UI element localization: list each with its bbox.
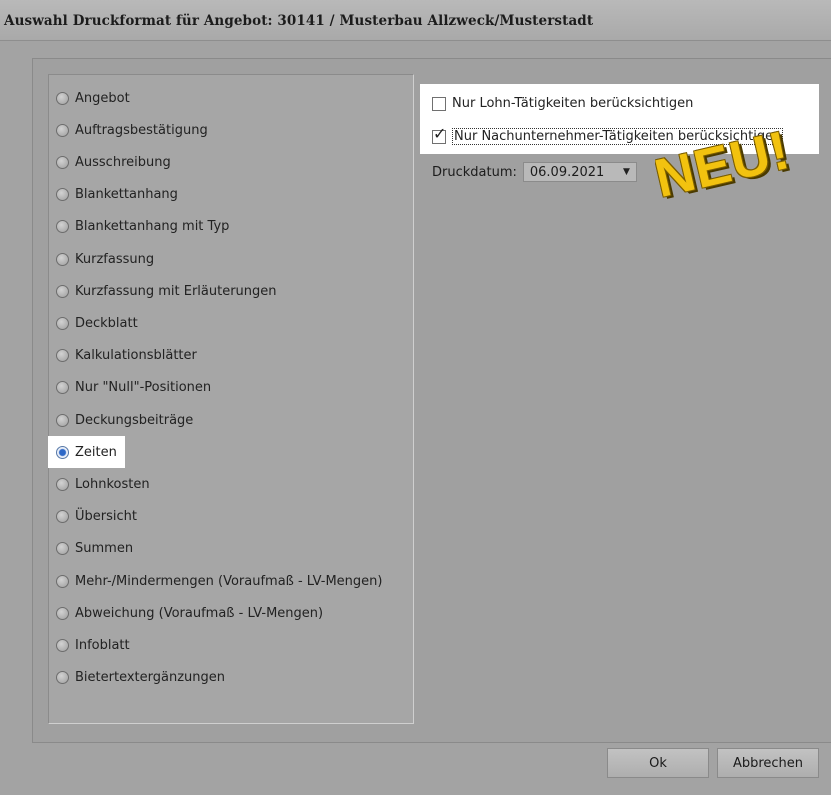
format-option-label: Ausschreibung (75, 154, 171, 170)
checkbox-nachunternehmer[interactable]: ✓ (432, 125, 446, 144)
format-option[interactable]: Auftragsbestätigung (56, 118, 208, 142)
radio-button-icon[interactable] (56, 510, 69, 524)
format-option[interactable]: Ausschreibung (56, 150, 171, 174)
new-badge: NEU! (655, 120, 831, 230)
format-option-label: Lohnkosten (75, 476, 150, 492)
radio-button-icon[interactable] (56, 316, 69, 330)
chevron-down-icon[interactable]: ▼ (623, 167, 630, 177)
format-option[interactable]: Bietertextergänzungen (56, 666, 225, 690)
radio-button-icon[interactable] (56, 638, 69, 652)
dialog-title: Auswahl Druckformat für Angebot: 30141 /… (4, 13, 594, 29)
druckdatum-value: 06.09.2021 (529, 164, 605, 180)
radio-button-icon[interactable] (56, 91, 69, 105)
format-option[interactable]: Übersicht (56, 505, 137, 529)
format-option-label: Auftragsbestätigung (75, 122, 208, 138)
radio-button-icon[interactable] (56, 413, 69, 427)
format-option[interactable]: Lohnkosten (56, 472, 150, 496)
format-option-label: Nur "Null"-Positionen (75, 380, 212, 396)
format-option-label: Abweichung (Voraufmaß - LV-Mengen) (75, 605, 324, 621)
format-option[interactable]: Summen (56, 537, 133, 561)
format-option-label: Bietertextergänzungen (75, 670, 225, 686)
radio-button-icon[interactable] (56, 123, 69, 137)
format-option[interactable]: Nur "Null"-Positionen (56, 376, 211, 400)
format-option[interactable]: Blankettanhang (56, 183, 178, 207)
radio-button-icon[interactable] (56, 155, 69, 169)
format-option[interactable]: Infoblatt (56, 633, 130, 657)
option-lohn[interactable]: Nur Lohn-Tätigkeiten berücksichtigen (432, 96, 693, 111)
format-option-label: Deckblatt (75, 315, 138, 331)
format-option[interactable]: Kurzfassung mit Erläuterungen (56, 279, 277, 303)
radio-button-icon[interactable] (56, 349, 69, 363)
radio-button-icon[interactable] (56, 445, 69, 459)
option-lohn-label: Nur Lohn-Tätigkeiten berücksichtigen (452, 96, 694, 111)
radio-button-icon[interactable] (56, 252, 69, 266)
format-option-label: Deckungsbeiträge (75, 412, 194, 428)
format-option-label: Kurzfassung mit Erläuterungen (75, 283, 277, 299)
radio-button-icon[interactable] (56, 542, 69, 556)
format-option[interactable]: Angebot (56, 86, 130, 110)
radio-button-icon[interactable] (56, 381, 69, 395)
checkmark-icon: ✓ (433, 123, 447, 143)
format-option-label: Übersicht (75, 509, 137, 525)
dialog-titlebar[interactable]: Auswahl Druckformat für Angebot: 30141 /… (0, 0, 831, 41)
druckdatum-row: Druckdatum: 06.09.2021 ▼ (432, 162, 637, 182)
print-format-dialog: Auswahl Druckformat für Angebot: 30141 /… (0, 0, 831, 795)
druckdatum-select[interactable]: 06.09.2021 ▼ (522, 162, 637, 182)
checkbox-lohn[interactable] (432, 96, 446, 111)
format-option-label: Summen (75, 541, 134, 557)
format-option-label: Mehr-/Mindermengen (Voraufmaß - LV-Menge… (75, 573, 383, 589)
format-option-label: Zeiten (75, 444, 117, 460)
format-option-label: Kurzfassung (75, 251, 155, 267)
radio-button-icon[interactable] (56, 606, 69, 620)
radio-button-icon[interactable] (56, 574, 69, 588)
format-option[interactable]: Zeiten (48, 436, 125, 469)
radio-button-icon[interactable] (56, 220, 69, 234)
format-option-label: Kalkulationsblätter (75, 348, 197, 364)
format-option-label: Infoblatt (75, 637, 130, 653)
format-option-label: Blankettanhang mit Typ (75, 219, 230, 235)
radio-button-icon[interactable] (56, 284, 69, 298)
format-option-label: Angebot (75, 90, 130, 106)
format-option[interactable]: Abweichung (Voraufmaß - LV-Mengen) (56, 601, 323, 625)
format-option[interactable]: Deckungsbeiträge (56, 408, 193, 432)
new-badge-text: NEU! (655, 120, 796, 210)
format-option-label: Blankettanhang (75, 187, 178, 203)
cancel-button[interactable]: Abbrechen (717, 748, 819, 778)
radio-button-icon[interactable] (56, 477, 69, 491)
format-option[interactable]: Deckblatt (56, 311, 138, 335)
druckdatum-label: Druckdatum: (432, 164, 517, 180)
ok-button[interactable]: Ok (607, 748, 709, 778)
format-option[interactable]: Kalkulationsblätter (56, 344, 197, 368)
format-option[interactable]: Mehr-/Mindermengen (Voraufmaß - LV-Menge… (56, 569, 382, 593)
radio-button-icon[interactable] (56, 671, 69, 685)
radio-button-icon[interactable] (56, 188, 69, 202)
format-option[interactable]: Kurzfassung (56, 247, 154, 271)
format-option[interactable]: Blankettanhang mit Typ (56, 215, 229, 239)
